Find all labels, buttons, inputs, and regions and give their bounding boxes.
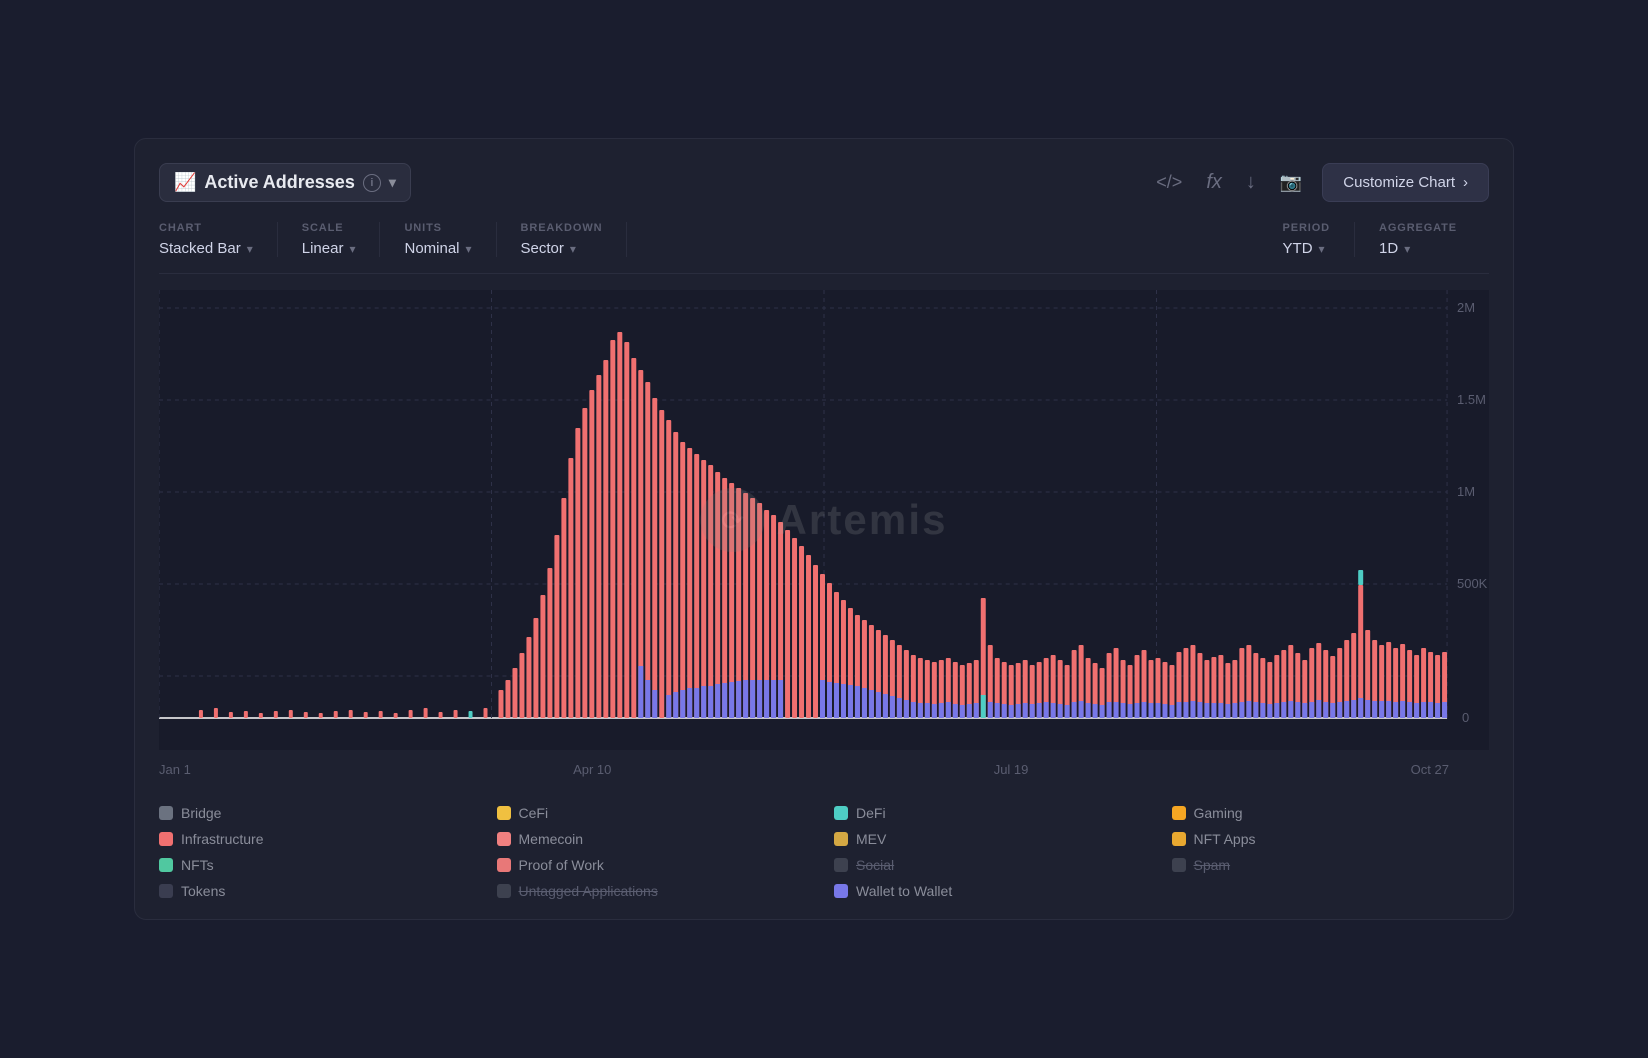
info-icon[interactable]: i bbox=[363, 174, 381, 192]
breakdown-control: BREAKDOWN Sector ▾ bbox=[505, 222, 628, 257]
customize-chart-button[interactable]: Customize Chart › bbox=[1322, 163, 1489, 202]
period-chevron-icon: ▾ bbox=[1319, 242, 1325, 256]
legend-label: NFT Apps bbox=[1194, 831, 1256, 847]
legend-label: Tokens bbox=[181, 883, 225, 899]
legend-label: CeFi bbox=[519, 805, 549, 821]
download-button[interactable]: ↓ bbox=[1242, 167, 1260, 198]
embed-button[interactable]: </> bbox=[1152, 168, 1186, 197]
header-actions: </> fx ↓ 📷 Customize Chart › bbox=[1152, 163, 1489, 202]
legend-item[interactable]: CeFi bbox=[497, 805, 815, 821]
aggregate-chevron-icon: ▾ bbox=[1404, 242, 1410, 256]
legend-item[interactable]: Infrastructure bbox=[159, 831, 477, 847]
legend-label: Bridge bbox=[181, 805, 221, 821]
units-select[interactable]: Nominal ▾ bbox=[404, 240, 471, 257]
svg-text:500K: 500K bbox=[1457, 576, 1488, 591]
chart-container: 2M 1.5M 1M 500K 0 bbox=[159, 290, 1489, 750]
svg-text:0: 0 bbox=[1462, 710, 1469, 725]
title-group: 📈 Active Addresses i ▾ bbox=[159, 163, 411, 202]
units-control: UNITS Nominal ▾ bbox=[388, 222, 496, 257]
period-select[interactable]: YTD ▾ bbox=[1283, 240, 1330, 257]
page-title: Active Addresses bbox=[204, 172, 354, 193]
scale-select[interactable]: Linear ▾ bbox=[302, 240, 356, 257]
formula-button[interactable]: fx bbox=[1202, 167, 1226, 198]
legend-label: Proof of Work bbox=[519, 857, 604, 873]
legend-item[interactable]: NFT Apps bbox=[1172, 831, 1490, 847]
legend-swatch bbox=[497, 832, 511, 846]
x-axis: Jan 1 Apr 10 Jul 19 Oct 27 bbox=[159, 762, 1489, 777]
legend-swatch bbox=[497, 806, 511, 820]
legend-swatch bbox=[1172, 832, 1186, 846]
legend-item[interactable]: Gaming bbox=[1172, 805, 1490, 821]
legend-label: DeFi bbox=[856, 805, 886, 821]
main-card: 📈 Active Addresses i ▾ </> fx ↓ 📷 Custom… bbox=[134, 138, 1514, 920]
legend-swatch bbox=[834, 858, 848, 872]
legend: Bridge CeFi DeFi Gaming Infrastructure Memeco… bbox=[159, 797, 1489, 899]
breakdown-select[interactable]: Sector ▾ bbox=[521, 240, 603, 257]
legend-item[interactable]: Untagged Applications bbox=[497, 883, 815, 899]
scale-chevron-icon: ▾ bbox=[349, 242, 355, 256]
legend-swatch bbox=[834, 832, 848, 846]
chart-chevron-icon: ▾ bbox=[247, 242, 253, 256]
legend-item[interactable]: NFTs bbox=[159, 857, 477, 873]
legend-label: Social bbox=[856, 857, 894, 873]
x-label-oct: Oct 27 bbox=[1411, 762, 1449, 777]
scale-label: SCALE bbox=[302, 222, 356, 234]
controls-bar: CHART Stacked Bar ▾ SCALE Linear ▾ UNITS… bbox=[159, 222, 1489, 274]
title-chevron-icon: ▾ bbox=[389, 174, 396, 191]
x-label-jan: Jan 1 bbox=[159, 762, 191, 777]
units-label: UNITS bbox=[404, 222, 471, 234]
svg-text:2M: 2M bbox=[1457, 300, 1475, 315]
legend-item[interactable]: Bridge bbox=[159, 805, 477, 821]
controls-right: PERIOD YTD ▾ AGGREGATE 1D ▾ bbox=[1267, 222, 1489, 257]
legend-swatch bbox=[159, 858, 173, 872]
svg-text:1M: 1M bbox=[1457, 484, 1475, 499]
legend-label: Gaming bbox=[1194, 805, 1243, 821]
legend-item[interactable]: Tokens bbox=[159, 883, 477, 899]
breakdown-chevron-icon: ▾ bbox=[570, 242, 576, 256]
x-label-jul: Jul 19 bbox=[994, 762, 1029, 777]
legend-item[interactable]: Social bbox=[834, 857, 1152, 873]
scale-control: SCALE Linear ▾ bbox=[286, 222, 381, 257]
legend-swatch bbox=[1172, 858, 1186, 872]
legend-label: MEV bbox=[856, 831, 886, 847]
chart-select[interactable]: Stacked Bar ▾ bbox=[159, 240, 253, 257]
period-control: PERIOD YTD ▾ bbox=[1267, 222, 1355, 257]
legend-swatch bbox=[159, 884, 173, 898]
legend-swatch bbox=[497, 884, 511, 898]
period-label: PERIOD bbox=[1283, 222, 1330, 234]
legend-item[interactable]: MEV bbox=[834, 831, 1152, 847]
header: 📈 Active Addresses i ▾ </> fx ↓ 📷 Custom… bbox=[159, 163, 1489, 202]
legend-label: NFTs bbox=[181, 857, 214, 873]
breakdown-label: BREAKDOWN bbox=[521, 222, 603, 234]
legend-label: Infrastructure bbox=[181, 831, 263, 847]
legend-item[interactable]: Memecoin bbox=[497, 831, 815, 847]
chart-control: CHART Stacked Bar ▾ bbox=[159, 222, 278, 257]
x-label-apr: Apr 10 bbox=[573, 762, 611, 777]
chart-svg: 2M 1.5M 1M 500K 0 bbox=[159, 290, 1489, 750]
aggregate-control: AGGREGATE 1D ▾ bbox=[1363, 222, 1481, 257]
legend-swatch bbox=[834, 884, 848, 898]
legend-label: Spam bbox=[1194, 857, 1231, 873]
chart-line-icon: 📈 bbox=[174, 172, 196, 193]
legend-swatch bbox=[159, 806, 173, 820]
legend-label: Wallet to Wallet bbox=[856, 883, 952, 899]
legend-item[interactable]: DeFi bbox=[834, 805, 1152, 821]
units-chevron-icon: ▾ bbox=[466, 242, 472, 256]
chart-label: CHART bbox=[159, 222, 253, 234]
camera-button[interactable]: 📷 bbox=[1276, 168, 1306, 197]
legend-label: Memecoin bbox=[519, 831, 584, 847]
svg-text:1.5M: 1.5M bbox=[1457, 392, 1486, 407]
legend-swatch bbox=[1172, 806, 1186, 820]
aggregate-label: AGGREGATE bbox=[1379, 222, 1457, 234]
aggregate-select[interactable]: 1D ▾ bbox=[1379, 240, 1457, 257]
legend-swatch bbox=[497, 858, 511, 872]
legend-swatch bbox=[834, 806, 848, 820]
title-button[interactable]: 📈 Active Addresses i ▾ bbox=[159, 163, 411, 202]
legend-label: Untagged Applications bbox=[519, 883, 658, 899]
legend-item[interactable]: Wallet to Wallet bbox=[834, 883, 1152, 899]
legend-item[interactable]: Spam bbox=[1172, 857, 1490, 873]
legend-swatch bbox=[159, 832, 173, 846]
legend-item[interactable]: Proof of Work bbox=[497, 857, 815, 873]
